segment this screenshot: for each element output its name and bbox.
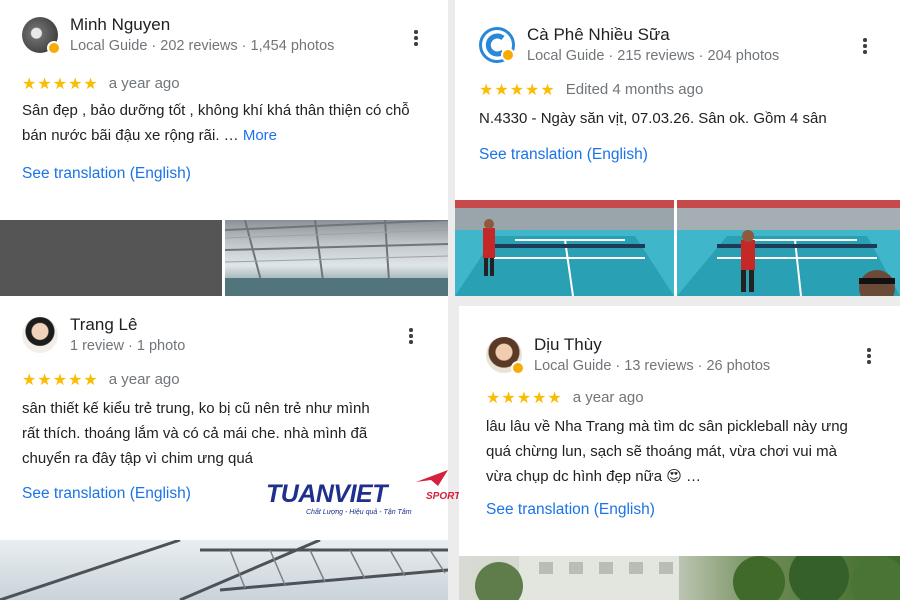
local-guide-badge-icon xyxy=(511,361,525,375)
reviewer-name[interactable]: Cà Phê Nhiều Sữa xyxy=(527,24,779,46)
star-rating: ★★★★★ xyxy=(479,80,556,99)
review-photo[interactable] xyxy=(455,200,674,296)
review-text: Sân đẹp , bảo dưỡng tốt , không khí khá … xyxy=(22,98,432,148)
review-photo[interactable] xyxy=(677,200,900,296)
star-rating: ★★★★★ xyxy=(486,388,563,407)
logo-tagline: Chất Lượng - Hiệu quả - Tận Tâm xyxy=(306,509,412,516)
review-time: Edited 4 months ago xyxy=(565,81,704,98)
avatar[interactable] xyxy=(479,27,515,63)
reviewer-header[interactable]: Cà Phê Nhiều Sữa Local Guide · 215 revie… xyxy=(479,24,779,66)
more-vert-icon[interactable] xyxy=(860,38,870,54)
review-card-diu-thuy: Dịu Thùy Local Guide · 13 reviews · 26 p… xyxy=(459,306,900,600)
review-time: a year ago xyxy=(572,389,644,406)
more-vert-icon[interactable] xyxy=(411,30,421,46)
see-translation-link[interactable]: See translation (English) xyxy=(486,501,655,519)
photo-steel-roof-frame xyxy=(0,540,448,600)
local-guide-badge-icon xyxy=(501,48,515,62)
reviewer-name[interactable]: Minh Nguyen xyxy=(70,14,334,36)
review-text-line: rất thích. thoáng lắm và có cả mái che. … xyxy=(22,425,368,442)
review-text-line: lâu lâu về Nha Trang mà tìm dc sân pickl… xyxy=(486,418,848,435)
reviewer-meta: 1 review · 1 photo xyxy=(70,338,186,354)
reviewer-header[interactable]: Minh Nguyen Local Guide · 202 reviews · … xyxy=(22,14,334,56)
avatar[interactable] xyxy=(486,337,525,375)
reviewer-header[interactable]: Dịu Thùy Local Guide · 13 reviews · 26 p… xyxy=(486,334,770,376)
rating-row: ★★★★★ a year ago xyxy=(22,370,180,389)
review-text: lâu lâu về Nha Trang mà tìm dc sân pickl… xyxy=(486,414,896,489)
review-time: a year ago xyxy=(108,75,180,92)
reviewer-name[interactable]: Trang Lê xyxy=(70,314,185,336)
review-photo[interactable] xyxy=(225,220,448,296)
local-guide-badge-icon xyxy=(47,41,61,55)
review-text-line: chuyển ra đây tập vì chim ưng quá xyxy=(22,450,254,467)
tuanviet-sport-logo: TUANVIET SPORT™ Chất Lượng - Hiệu quả - … xyxy=(266,470,470,524)
more-vert-icon[interactable] xyxy=(864,348,874,364)
review-photo[interactable] xyxy=(0,220,222,296)
photo-roof-structure xyxy=(225,220,448,296)
rating-row: ★★★★★ Edited 4 months ago xyxy=(479,80,703,99)
review-card-trang-le: Trang Lê 1 review · 1 photo ★★★★★ a year… xyxy=(0,296,448,600)
reviewer-name[interactable]: Dịu Thùy xyxy=(534,334,770,356)
review-text-line: quá chừng lun, sạch sẽ thoáng mát, vừa c… xyxy=(486,443,837,460)
star-rating: ★★★★★ xyxy=(22,74,99,93)
reviewer-meta: Local Guide · 215 reviews · 204 photos xyxy=(527,48,780,64)
rating-row: ★★★★★ a year ago xyxy=(486,388,644,407)
star-rating: ★★★★★ xyxy=(22,370,99,389)
review-photo[interactable] xyxy=(0,540,448,600)
more-vert-icon[interactable] xyxy=(406,328,416,344)
review-text-content: Sân đẹp , bảo dưỡng tốt , không khí khá … xyxy=(22,102,410,144)
review-text-line: vừa chụp dc hình đẹp nữa 😍 … xyxy=(486,468,702,485)
review-photo[interactable] xyxy=(459,556,900,600)
reviewer-header[interactable]: Trang Lê 1 review · 1 photo xyxy=(22,314,185,356)
see-translation-link[interactable]: See translation (English) xyxy=(479,146,648,164)
review-time: a year ago xyxy=(108,371,180,388)
photo-pickleball-court xyxy=(455,200,674,296)
review-card-ca-phe-nhieu-sua: Cà Phê Nhiều Sữa Local Guide · 215 revie… xyxy=(455,0,900,296)
reviewer-meta: Local Guide · 13 reviews · 26 photos xyxy=(534,358,771,374)
photo-building-trees xyxy=(475,556,900,600)
more-link[interactable]: More xyxy=(243,127,277,144)
review-card-minh-nguyen: Minh Nguyen Local Guide · 202 reviews · … xyxy=(0,0,448,296)
photo-pickleball-court xyxy=(677,200,900,296)
see-translation-link[interactable]: See translation (English) xyxy=(22,165,191,183)
avatar[interactable] xyxy=(22,317,58,353)
rating-row: ★★★★★ a year ago xyxy=(22,74,180,93)
review-text-line: sân thiết kế kiểu trẻ trung, ko bị cũ nê… xyxy=(22,400,370,417)
reviewer-meta: Local Guide · 202 reviews · 1,454 photos xyxy=(70,38,335,54)
review-text: sân thiết kế kiểu trẻ trung, ko bị cũ nê… xyxy=(22,396,432,471)
see-translation-link[interactable]: See translation (English) xyxy=(22,485,191,503)
logo-brand: TUANVIET xyxy=(266,480,388,508)
avatar[interactable] xyxy=(22,17,61,55)
review-text: N.4330 - Ngày săn vịt, 07.03.26. Sân ok.… xyxy=(479,110,827,127)
